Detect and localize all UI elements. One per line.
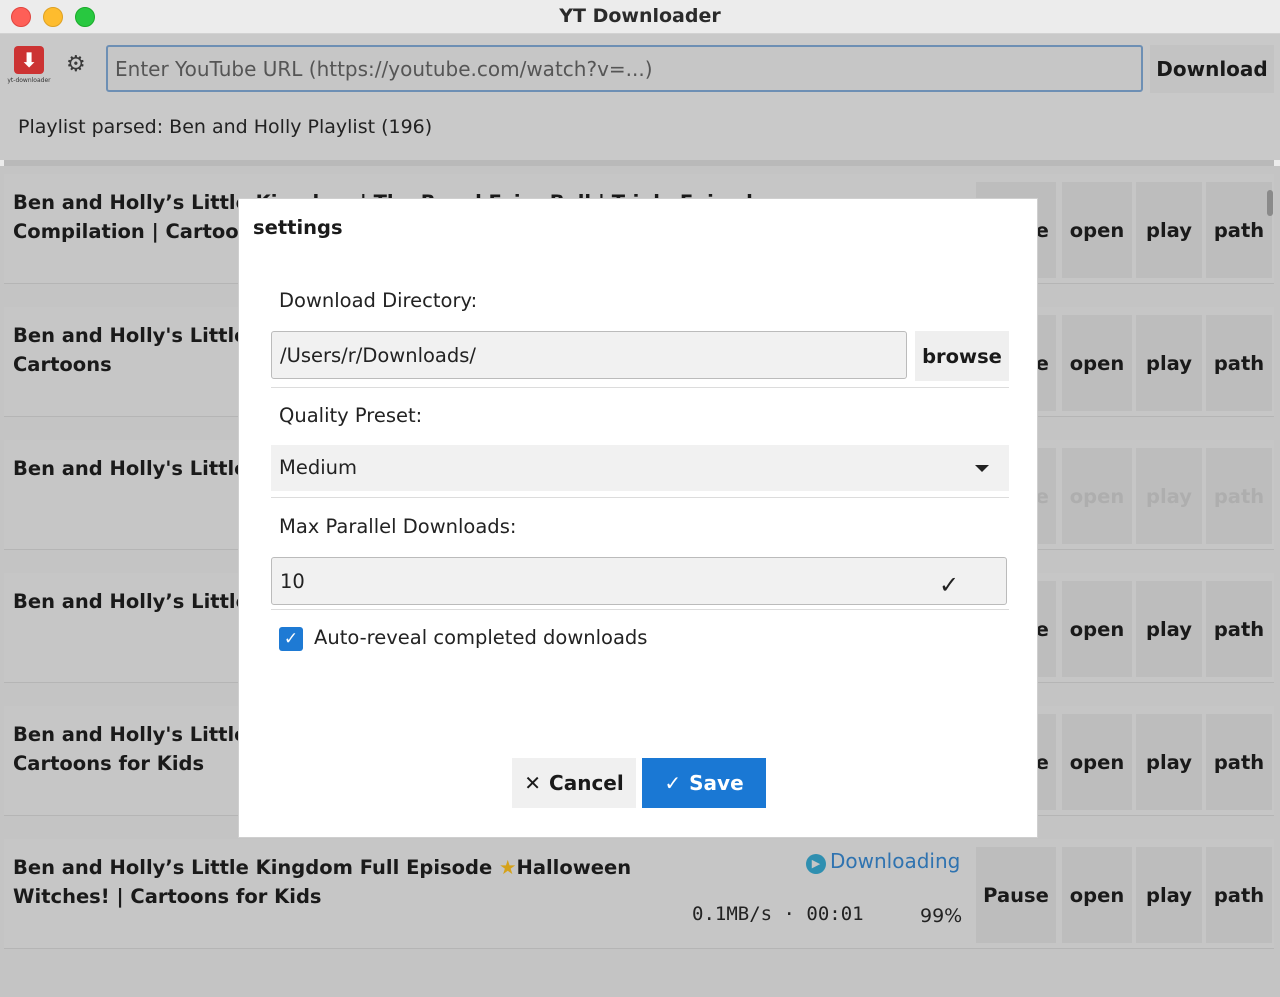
close-icon: ✕ <box>524 771 542 795</box>
cancel-label: Cancel <box>549 771 624 795</box>
app-logo: ⬇ yt-downloader <box>6 46 52 88</box>
open-button[interactable]: open <box>1062 847 1132 943</box>
url-input[interactable] <box>106 45 1143 92</box>
checkmark-icon: ✓ <box>939 571 960 599</box>
open-button[interactable]: open <box>1062 182 1132 278</box>
auto-reveal-label: Auto-reveal completed downloads <box>314 626 648 649</box>
download-directory-input[interactable] <box>271 331 907 379</box>
play-button[interactable]: play <box>1136 847 1202 943</box>
video-title-part: Ben and Holly’s Little Kingdom Full Epis… <box>13 856 500 879</box>
separator <box>271 497 1009 498</box>
max-parallel-label: Max Parallel Downloads: <box>279 515 517 538</box>
open-button[interactable]: open <box>1062 581 1132 677</box>
path-button[interactable]: path <box>1206 581 1272 677</box>
path-button[interactable]: path <box>1206 847 1272 943</box>
status-bar: Playlist parsed: Ben and Holly Playlist … <box>0 98 1280 160</box>
video-title: Ben and Holly’s Little Kingdom Full Epis… <box>13 853 653 911</box>
list-item: Ben and Holly’s Little Kingdom Full Epis… <box>4 839 1274 949</box>
playlist-status: Playlist parsed: Ben and Holly Playlist … <box>18 116 433 138</box>
quality-preset-value: Medium <box>279 456 357 479</box>
list-scrollbar[interactable] <box>1267 190 1273 216</box>
play-button[interactable]: play <box>1136 315 1202 411</box>
play-circle-icon: ▶ <box>806 854 826 874</box>
check-icon: ✓ <box>664 771 682 795</box>
pause-button[interactable]: Pause <box>976 847 1056 943</box>
quality-preset-select[interactable]: Medium <box>271 445 1009 491</box>
title-bar: YT Downloader <box>0 0 1280 34</box>
download-arrow-icon: ⬇ <box>14 46 44 74</box>
quality-preset-label: Quality Preset: <box>279 404 423 427</box>
download-status-label: Downloading <box>830 849 961 873</box>
gear-icon[interactable]: ⚙ <box>66 52 86 77</box>
separator <box>271 609 1009 610</box>
dialog-title: settings <box>253 216 343 239</box>
window-title: YT Downloader <box>559 5 721 27</box>
play-button[interactable]: play <box>1136 182 1202 278</box>
open-button[interactable]: open <box>1062 315 1132 411</box>
download-directory-label: Download Directory: <box>279 289 478 312</box>
star-icon: ★ <box>499 856 517 879</box>
path-button[interactable]: path <box>1206 182 1272 278</box>
play-button[interactable]: play <box>1136 581 1202 677</box>
open-button[interactable]: open <box>1062 714 1132 810</box>
cancel-button[interactable]: ✕ Cancel <box>512 758 636 808</box>
play-button[interactable]: play <box>1136 714 1202 810</box>
path-button[interactable]: path <box>1206 714 1272 810</box>
open-button[interactable]: open <box>1062 448 1132 544</box>
settings-dialog: settings Download Directory: browse Qual… <box>238 198 1038 838</box>
path-button[interactable]: path <box>1206 448 1272 544</box>
separator <box>271 387 1009 388</box>
save-button[interactable]: ✓ Save <box>642 758 766 808</box>
download-button[interactable]: Download <box>1150 45 1274 93</box>
download-speed: 0.1MB/s · 00:01 <box>692 903 864 925</box>
max-parallel-input[interactable] <box>271 557 1007 605</box>
toolbar: ⬇ yt-downloader ⚙ Download <box>0 34 1280 98</box>
path-button[interactable]: path <box>1206 315 1272 411</box>
browse-button[interactable]: browse <box>915 331 1009 381</box>
auto-reveal-checkbox[interactable]: ✓ <box>279 627 303 651</box>
download-status: ▶ Downloading <box>806 849 960 874</box>
save-label: Save <box>689 771 744 795</box>
caret-down-icon <box>975 465 989 472</box>
play-button[interactable]: play <box>1136 448 1202 544</box>
logo-text: yt-downloader <box>7 77 51 84</box>
download-percent: 99% <box>920 905 963 927</box>
